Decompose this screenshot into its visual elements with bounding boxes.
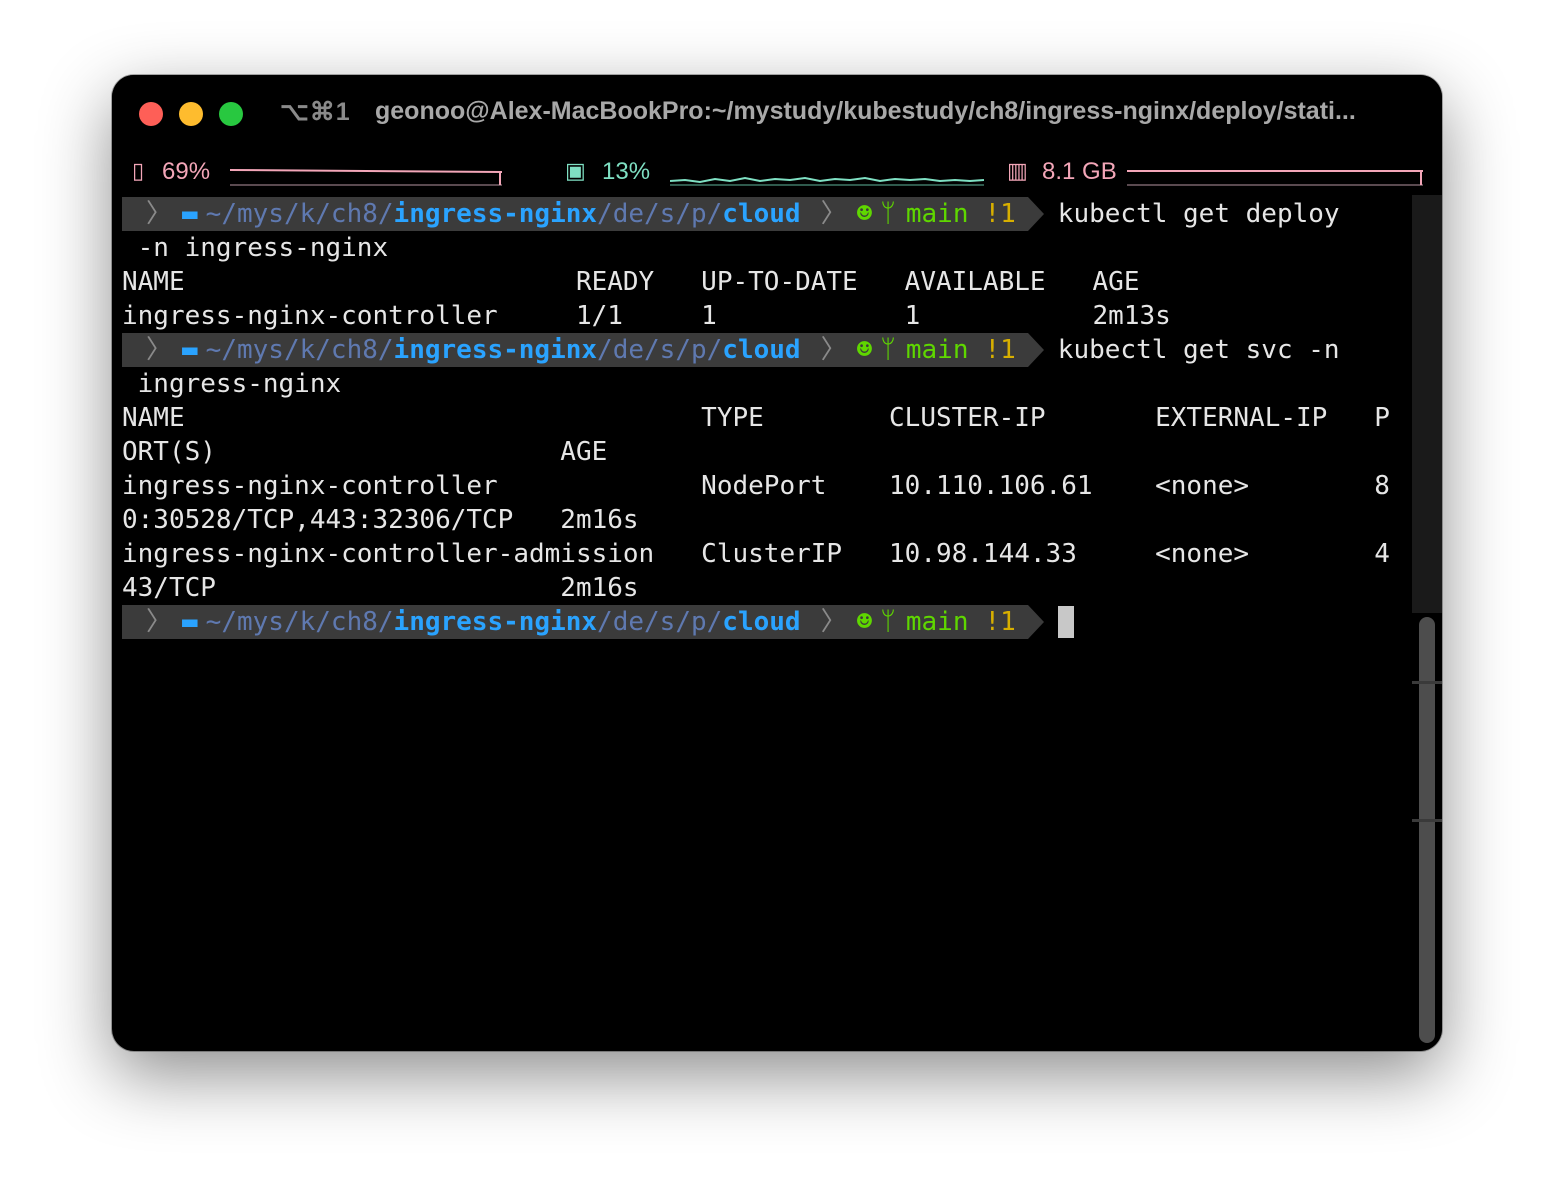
- path-segment: p: [690, 335, 707, 365]
- path-segment: k: [299, 335, 316, 365]
- chevron-right-icon: 〉: [820, 335, 847, 365]
- window-title: geonoo@Alex-MacBookPro:~/mystudy/kubestu…: [375, 97, 1356, 125]
- path-home: ~: [205, 607, 222, 637]
- apple-icon: [122, 333, 136, 367]
- table-header-wrap: ORT(S) AGE: [122, 437, 608, 467]
- folder-icon: ▬: [182, 199, 198, 229]
- path-segment: s: [659, 607, 676, 637]
- path-segment: k: [299, 199, 316, 229]
- git-branch: main: [905, 607, 969, 637]
- prompt-line: 〉 ▬ ~ / mys / k / ch8/ingress-nginx / de / s / p / clo…: [122, 333, 1340, 367]
- memory-icon: ▥: [1007, 158, 1028, 183]
- path-segment-repo: ingress-nginx: [393, 335, 598, 365]
- table-row: ingress-nginx-controller 1/1 1 1 2m13s: [122, 301, 1171, 331]
- table-header: NAME READY UP-TO-DATE AVAILABLE AGE: [122, 267, 1140, 297]
- command-continuation: ingress-nginx: [122, 369, 342, 399]
- path-segment-current: cloud: [722, 607, 801, 637]
- terminal-window: ⌥⌘1 geonoo@Alex-MacBookPro:~/mystudy/kub…: [112, 75, 1442, 1051]
- prompt-end-arrow: [1027, 197, 1044, 231]
- status-bar: ▯ 69% ▣ 13% ▥ 8.1 GB: [112, 153, 1442, 195]
- scroll-mark: [1412, 681, 1442, 684]
- prompt-line: 〉 ▬ ~ / mys / k / ch8/ingress-nginx / de / s / p / clo…: [122, 605, 1074, 639]
- table-row-wrap: 0:30528/TCP,443:32306/TCP 2m16s: [122, 505, 639, 535]
- path-segment: p: [690, 199, 707, 229]
- git-branch: main: [905, 335, 969, 365]
- path-segment-repo: ingress-nginx: [393, 607, 598, 637]
- battery-icon: ▯: [132, 158, 145, 183]
- battery-value: 69%: [162, 158, 211, 185]
- tab-shortcut: ⌥⌘1: [280, 98, 351, 126]
- command-text: kubectl get svc -n: [1057, 335, 1340, 365]
- folder-icon: ▬: [182, 607, 198, 637]
- memory-value: 8.1 GB: [1042, 158, 1117, 185]
- chevron-right-icon: 〉: [146, 607, 173, 637]
- prompt-end-arrow: [1027, 333, 1044, 367]
- path-segment: k: [299, 607, 316, 637]
- path-home: ~: [205, 335, 222, 365]
- path-home: ~: [205, 199, 222, 229]
- path-segment: de: [612, 335, 645, 365]
- scrollbar-track[interactable]: [1412, 195, 1442, 613]
- path-segment: p: [690, 607, 707, 637]
- path-segment-current: cloud: [722, 335, 801, 365]
- git-branch: main: [905, 199, 969, 229]
- cpu-graph: [670, 176, 984, 186]
- path-segment: mys: [236, 335, 284, 365]
- minimize-button[interactable]: [179, 102, 203, 126]
- folder-icon: ▬: [182, 335, 198, 365]
- git-status: !1: [984, 607, 1016, 637]
- path-segment: ch8: [330, 607, 378, 637]
- path-segment: de: [612, 199, 645, 229]
- path-segment: s: [659, 335, 676, 365]
- table-header: NAME TYPE CLUSTER-IP EXTERNAL-IP P: [122, 403, 1390, 433]
- github-icon: ☻: [856, 335, 873, 365]
- path-segment: mys: [236, 607, 284, 637]
- path-segment: mys: [236, 199, 284, 229]
- command-text: kubectl get deploy: [1057, 199, 1340, 229]
- chevron-right-icon: 〉: [146, 335, 173, 365]
- prompt-line: 〉 ▬ ~ / mys / k / ch8/ingress-nginx / de / s / p / clo…: [122, 197, 1340, 231]
- path-segment: de: [612, 607, 645, 637]
- path-segment: ch8: [330, 199, 378, 229]
- battery-graph: [230, 169, 502, 186]
- git-status: !1: [984, 335, 1016, 365]
- table-row: ingress-nginx-controller-admission Clust…: [122, 539, 1390, 569]
- command-continuation: -n ingress-nginx: [122, 233, 389, 263]
- git-status: !1: [984, 199, 1016, 229]
- git-branch-icon: ᛘ: [880, 199, 896, 229]
- text-cursor[interactable]: [1057, 606, 1074, 638]
- scroll-mark: [1412, 819, 1442, 822]
- chevron-right-icon: 〉: [820, 199, 847, 229]
- path-segment-repo: ingress-nginx: [393, 199, 598, 229]
- apple-icon: [122, 605, 136, 639]
- path-segment: ch8: [330, 335, 378, 365]
- memory-graph: [1127, 170, 1423, 186]
- table-row-wrap: 43/TCP 2m16s: [122, 573, 639, 603]
- path-segment-current: cloud: [722, 199, 801, 229]
- apple-icon: [122, 197, 136, 231]
- git-branch-icon: ᛘ: [880, 607, 896, 637]
- close-button[interactable]: [139, 102, 163, 126]
- terminal-output[interactable]: 〉 ▬ ~ / mys / k / ch8/ingress-nginx / de / s / p / clo…: [112, 195, 1412, 1051]
- github-icon: ☻: [856, 607, 873, 637]
- git-branch-icon: ᛘ: [880, 335, 896, 365]
- table-row: ingress-nginx-controller NodePort 10.110…: [122, 471, 1390, 501]
- cpu-value: 13%: [602, 158, 651, 185]
- github-icon: ☻: [856, 199, 873, 229]
- chevron-right-icon: 〉: [820, 607, 847, 637]
- title-bar: ⌥⌘1 geonoo@Alex-MacBookPro:~/mystudy/kub…: [112, 75, 1442, 153]
- path-segment: s: [659, 199, 676, 229]
- prompt-end-arrow: [1027, 605, 1044, 639]
- chevron-right-icon: 〉: [146, 199, 173, 229]
- cpu-icon: ▣: [565, 158, 586, 183]
- zoom-button[interactable]: [219, 102, 243, 126]
